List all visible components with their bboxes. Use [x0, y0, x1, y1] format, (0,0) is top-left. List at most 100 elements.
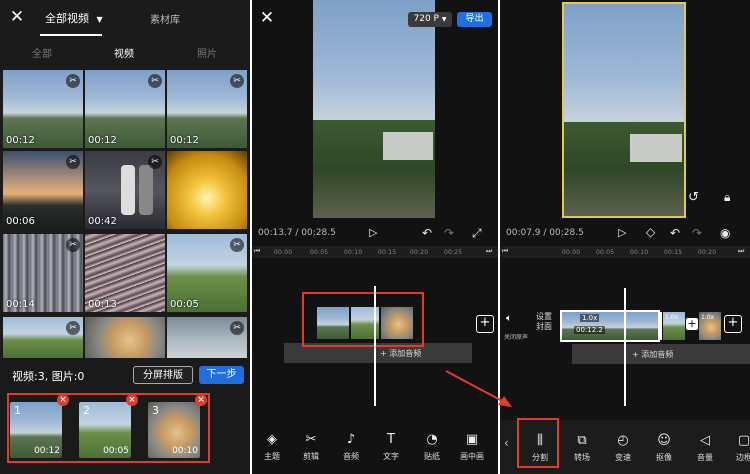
add-transition-button[interactable]: +: [686, 318, 698, 330]
add-audio-track[interactable]: + 添加音频: [572, 344, 750, 364]
filter-tab-all[interactable]: 全部: [32, 45, 52, 60]
caret-down-icon: ▼: [96, 15, 103, 24]
playhead[interactable]: [624, 288, 626, 406]
video-preview[interactable]: [562, 2, 686, 218]
music-note-icon: ♪: [346, 432, 356, 447]
tool-sticker[interactable]: ◔ 贴纸: [414, 432, 450, 462]
caret-down-icon: ▼: [441, 16, 447, 23]
scissors-icon[interactable]: ✂: [148, 74, 162, 88]
ruler-mark: 00:10: [630, 249, 649, 256]
split-layout-button[interactable]: 分屏排版: [133, 366, 193, 384]
play-icon[interactable]: ▷: [369, 226, 377, 239]
media-thumbnail[interactable]: ✂ 00:05: [167, 234, 247, 312]
media-thumbnail[interactable]: 00:13: [85, 234, 165, 312]
tool-volume[interactable]: ◁ 音量: [687, 433, 723, 463]
clip-edit-panel: ↺ 🔒︎ 00:07.9 / 00:28.5 ▷ ◇ ↶ ↷ ◉ ⏮ ⏭ 00:…: [500, 0, 750, 474]
scissors-icon[interactable]: ✂: [230, 74, 244, 88]
tool-label: 主题: [264, 452, 280, 461]
next-button[interactable]: 下一步: [199, 366, 244, 384]
fullscreen-icon[interactable]: ⤢: [472, 226, 482, 241]
filter-tab-video[interactable]: 视频: [114, 45, 134, 60]
scissors-icon[interactable]: ✂: [66, 238, 80, 252]
redo-icon[interactable]: ↷: [444, 226, 454, 240]
highlight-box: [302, 292, 424, 347]
add-clip-button[interactable]: +: [476, 315, 494, 333]
duration: 00:13: [88, 299, 117, 310]
timeline-clip[interactable]: 1.0x: [663, 312, 685, 340]
trim-handle[interactable]: [660, 312, 662, 340]
time-current: 00:07.9: [506, 228, 541, 238]
selected-timeline-clip[interactable]: 1.0x 00:12.2: [560, 310, 660, 342]
tool-text[interactable]: T 文字: [373, 432, 409, 462]
tool-label: 抠像: [656, 453, 672, 462]
speed-badge: 1.0x: [665, 314, 679, 321]
media-thumbnail[interactable]: ✂ 00:12: [3, 70, 83, 148]
tool-label: 边框: [736, 453, 750, 462]
tool-pip[interactable]: ▣ 画中画: [454, 432, 490, 462]
scissors-icon[interactable]: ✂: [66, 155, 80, 169]
scissors-icon[interactable]: ✂: [230, 238, 244, 252]
mute-original-label[interactable]: 关闭原声: [504, 332, 528, 341]
volume-icon[interactable]: 🔈︎: [506, 313, 512, 324]
timeline-clip[interactable]: 1.0x: [699, 312, 721, 340]
album-selector-label: 全部视频: [45, 12, 89, 25]
media-thumbnail[interactable]: [85, 317, 165, 359]
resolution-selector[interactable]: 720 P ▼: [408, 12, 452, 27]
scissors-icon[interactable]: ✂: [230, 321, 244, 335]
time-current: 00:13.7: [258, 228, 293, 238]
add-clip-button[interactable]: +: [724, 315, 742, 333]
tool-border[interactable]: ▢ 边框: [726, 433, 750, 463]
tool-cutout[interactable]: ☺ 抠像: [646, 433, 682, 463]
undo-icon[interactable]: ↶: [422, 226, 432, 240]
person-cutout-icon: ☺: [657, 433, 671, 448]
scissors-icon[interactable]: ✂: [148, 155, 162, 169]
tool-speed[interactable]: ◴ 变速: [605, 433, 641, 463]
undo-icon[interactable]: ↶: [670, 226, 680, 240]
duration: 00:12: [6, 135, 35, 146]
duration: 00:12: [170, 135, 199, 146]
keyframe-icon[interactable]: ◇: [646, 225, 655, 239]
preview-building: [630, 134, 682, 162]
tool-label: 文字: [383, 452, 399, 461]
volume-icon: ◁: [700, 433, 710, 448]
media-thumbnail[interactable]: ✂: [3, 317, 83, 359]
media-thumbnail[interactable]: ✂ 00:12: [167, 70, 247, 148]
close-icon[interactable]: ✕: [258, 8, 276, 28]
media-thumbnail[interactable]: ✂ 00:06: [3, 151, 83, 229]
close-icon[interactable]: ✕: [8, 7, 26, 27]
scissors-icon[interactable]: ✂: [66, 74, 80, 88]
album-selector[interactable]: 全部视频 ▼: [45, 10, 103, 26]
jump-start-icon[interactable]: ⏮: [254, 247, 260, 256]
media-thumbnail[interactable]: [167, 151, 247, 229]
tool-audio[interactable]: ♪ 音频: [333, 432, 369, 462]
active-tab-indicator: [40, 34, 102, 36]
media-thumbnail[interactable]: ✂ 00:14: [3, 234, 83, 312]
timecode: 00:13.7 / 00:28.5: [258, 228, 336, 238]
redo-icon[interactable]: ↷: [692, 226, 702, 240]
scissors-icon[interactable]: ✂: [66, 321, 80, 335]
play-icon[interactable]: ▷: [618, 226, 626, 239]
playhead[interactable]: [374, 286, 376, 406]
tool-theme[interactable]: ◈ 主题: [254, 432, 290, 462]
ruler-mark: 00:05: [310, 249, 329, 256]
media-thumbnail[interactable]: ✂ 00:42: [85, 151, 165, 229]
rotate-icon[interactable]: ↺: [688, 190, 699, 205]
tool-transition[interactable]: ⧉ 转场: [564, 433, 600, 463]
duration: 00:42: [88, 216, 117, 227]
filter-tab-photo[interactable]: 照片: [197, 45, 217, 60]
media-thumbnail[interactable]: ✂: [167, 317, 247, 359]
chevron-left-icon[interactable]: ‹: [504, 436, 509, 450]
scissors-icon: ✂: [305, 432, 317, 447]
annotation-arrow: [445, 370, 512, 407]
eye-icon[interactable]: ◉: [720, 226, 730, 240]
jump-start-icon[interactable]: ⏮: [502, 247, 508, 256]
media-thumbnail[interactable]: ✂ 00:12: [85, 70, 165, 148]
lock-icon[interactable]: 🔒︎: [724, 190, 730, 205]
tool-cut[interactable]: ✂ 剪辑: [293, 432, 329, 462]
export-button[interactable]: 导出: [457, 12, 492, 27]
material-library-tab[interactable]: 素材库: [150, 11, 180, 26]
jump-end-icon[interactable]: ⏭: [486, 247, 492, 256]
video-preview[interactable]: [313, 0, 435, 218]
set-cover-button[interactable]: 设置封面: [536, 312, 558, 340]
jump-end-icon[interactable]: ⏭: [738, 247, 744, 256]
